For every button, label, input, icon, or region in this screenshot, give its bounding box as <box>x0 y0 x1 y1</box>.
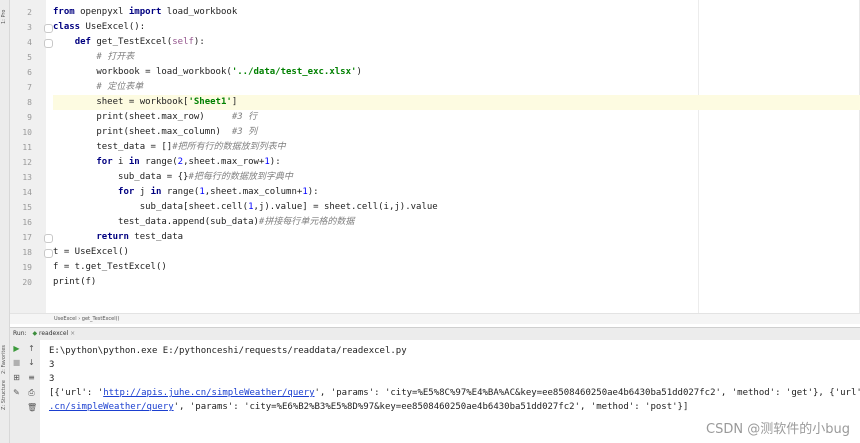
console-line: .cn/simpleWeather/query', 'params': 'cit… <box>49 402 689 412</box>
python-run-icon: ◆ <box>32 330 38 337</box>
line-number: 11 <box>22 143 32 152</box>
line-number: 2 <box>27 8 32 17</box>
line-number: 14 <box>22 188 32 197</box>
scroll-down-icon[interactable]: ↓ <box>27 358 36 367</box>
project-tool-tab[interactable]: 1: Pro <box>0 2 9 32</box>
fold-icon[interactable] <box>44 39 53 48</box>
run-label: Run: <box>13 330 27 337</box>
line-number: 10 <box>22 128 32 137</box>
favorites-tool-tab[interactable]: 2: Favorites <box>0 340 9 378</box>
breadcrumb-item-class[interactable]: UseExcel <box>54 316 77 322</box>
line-number: 19 <box>22 263 32 272</box>
code-line[interactable]: return test_data <box>53 230 860 245</box>
watermark: CSDN @测软件的小bug <box>704 418 852 437</box>
line-number: 3 <box>27 23 32 32</box>
close-tab-icon[interactable]: × <box>70 330 75 337</box>
stop-icon[interactable]: ■ <box>12 358 21 367</box>
run-panel-header: Run: ◆ readexcel × <box>10 327 860 341</box>
code-line[interactable]: sub_data = {}#把每行的数据放到字典中 <box>53 170 860 185</box>
structure-tool-tab[interactable]: Z: Structure <box>0 380 9 410</box>
console-line: [{'url': 'http://apis.juhe.cn/simpleWeat… <box>49 388 860 398</box>
breadcrumb-item-method[interactable]: get_TestExcel() <box>82 316 120 322</box>
console-line: E:\python\python.exe E:/pythonceshi/requ… <box>49 346 407 356</box>
line-number: 20 <box>22 278 32 287</box>
fold-icon[interactable] <box>44 249 53 258</box>
code-line[interactable]: sub_data[sheet.cell(1,j).value] = sheet.… <box>53 200 860 215</box>
soft-wrap-icon[interactable]: ≡ <box>27 373 36 382</box>
line-number: 8 <box>27 98 32 107</box>
trash-icon[interactable]: 🗑 <box>27 403 37 412</box>
code-line[interactable]: test_data = []#把所有行的数据放到列表中 <box>53 140 860 155</box>
line-number: 5 <box>27 53 32 62</box>
code-line[interactable]: print(f) <box>53 275 860 290</box>
code-line[interactable]: class UseExcel(): <box>53 20 860 35</box>
line-number: 4 <box>27 38 32 47</box>
line-number: 9 <box>27 113 32 122</box>
breadcrumb: UseExcel › get_TestExcel() <box>10 313 860 324</box>
code-line[interactable]: t = UseExcel() <box>53 245 860 260</box>
code-line[interactable]: from openpyxl import load_workbook <box>53 5 860 20</box>
code-line[interactable]: # 定位表单 <box>53 80 860 95</box>
run-toolbar: ▶ ↑ ■ ↓ ⊞ ≡ ✎ ⎙ 🗑 <box>10 340 40 443</box>
code-editor[interactable]: 2 3 4 5 6 7 8 9 10 11 12 13 14 15 16 17 … <box>10 0 860 324</box>
tool-window-strip: 1: Pro Z: Structure 2: Favorites <box>0 0 10 443</box>
code-line[interactable]: f = t.get_TestExcel() <box>53 260 860 275</box>
line-number: 17 <box>22 233 32 242</box>
line-number: 7 <box>27 83 32 92</box>
code-line[interactable]: print(sheet.max_column) #3 列 <box>53 125 860 140</box>
current-code-line[interactable]: sheet = workbook['Sheet1'] <box>53 95 860 110</box>
code-line[interactable]: workbook = load_workbook('../data/test_e… <box>53 65 860 80</box>
run-tab-readexcel[interactable]: readexcel <box>39 330 68 337</box>
code-line[interactable]: # 打开表 <box>53 50 860 65</box>
line-number: 16 <box>22 218 32 227</box>
line-number: 12 <box>22 158 32 167</box>
code-line[interactable]: def get_TestExcel(self): <box>53 35 860 50</box>
line-gutter: 2 3 4 5 6 7 8 9 10 11 12 13 14 15 16 17 … <box>10 0 46 323</box>
scroll-up-icon[interactable]: ↑ <box>27 344 36 353</box>
console-line: 3 <box>49 360 55 370</box>
line-number: 15 <box>22 203 32 212</box>
line-number: 6 <box>27 68 32 77</box>
rerun-icon[interactable]: ▶ <box>12 344 21 353</box>
console-line: 3 <box>49 374 55 384</box>
code-line[interactable]: for j in range(1,sheet.max_column+1): <box>53 185 860 200</box>
code-line[interactable]: test_data.append(sub_data)#拼接每行单元格的数据 <box>53 215 860 230</box>
line-number: 13 <box>22 173 32 182</box>
code-line[interactable]: for i in range(2,sheet.max_row+1): <box>53 155 860 170</box>
print-icon[interactable]: ⎙ <box>27 388 36 397</box>
layout-icon[interactable]: ⊞ <box>12 373 21 382</box>
line-number: 18 <box>22 248 32 257</box>
code-line[interactable]: print(sheet.max_row) #3 行 <box>53 110 860 125</box>
fold-icon[interactable] <box>44 24 53 33</box>
pin-icon[interactable]: ✎ <box>12 388 21 397</box>
fold-icon[interactable] <box>44 234 53 243</box>
